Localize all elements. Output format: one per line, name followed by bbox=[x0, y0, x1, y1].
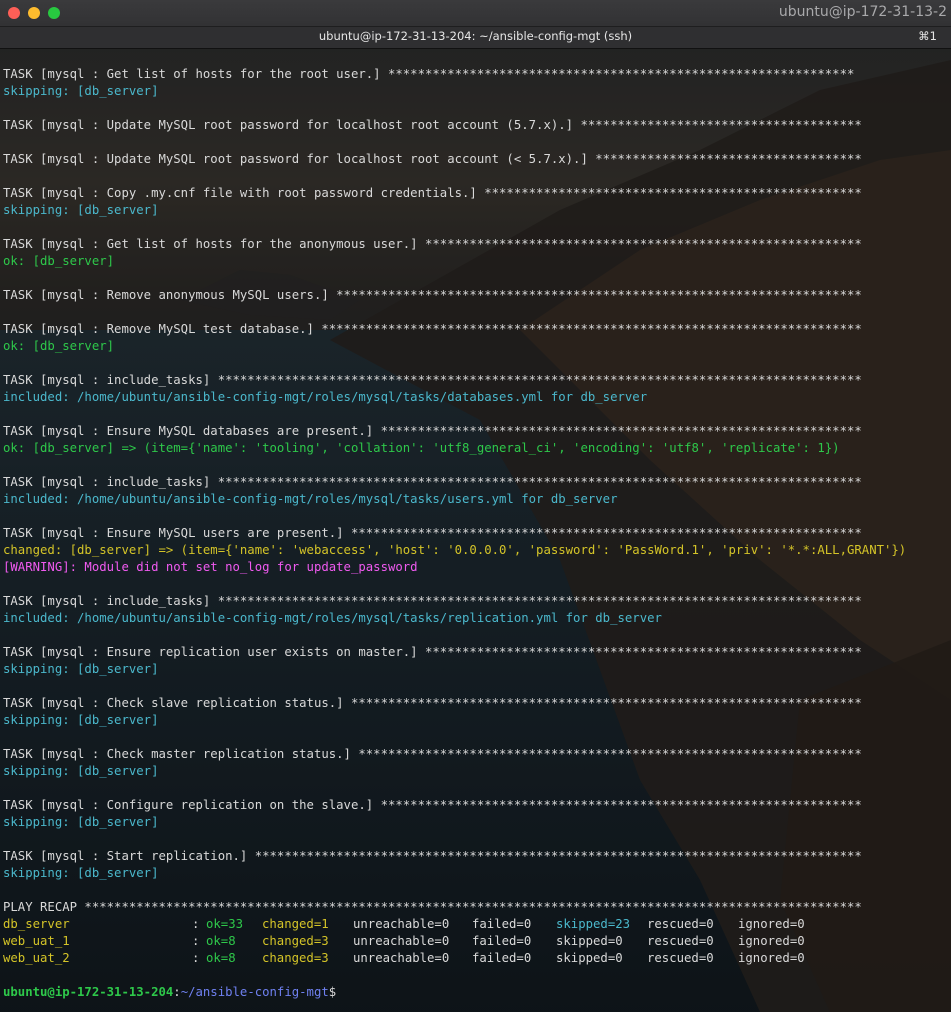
recap-row: web_uat_1: ok=8 changed=3 unreachable=0 fail… bbox=[3, 933, 951, 950]
output-line: skipping: [db_server] bbox=[3, 662, 159, 676]
output-line: TASK [mysql : Get list of hosts for the … bbox=[3, 237, 862, 251]
terminal-tab[interactable]: ubuntu@ip-172-31-13-204: ~/ansible-confi… bbox=[0, 26, 951, 48]
output-line: TASK [mysql : Check slave replication st… bbox=[3, 696, 862, 710]
output-line: TASK [mysql : Configure replication on t… bbox=[3, 798, 862, 812]
tab-title: ubuntu@ip-172-31-13-204: ~/ansible-confi… bbox=[318, 29, 633, 43]
output-line: TASK [mysql : Check master replication s… bbox=[3, 747, 862, 761]
recap-host: web_uat_2 bbox=[3, 951, 70, 965]
output-line: ok: [db_server] bbox=[3, 339, 115, 353]
output-line: included: /home/ubuntu/ansible-config-mg… bbox=[3, 390, 648, 404]
output-line: changed: [db_server] => (item={'name': '… bbox=[3, 543, 907, 557]
recap-rescued: rescued=0 bbox=[647, 934, 714, 948]
output-line: skipping: [db_server] bbox=[3, 203, 159, 217]
recap-ignored: ignored=0 bbox=[738, 934, 805, 948]
recap-ok: ok=8 bbox=[206, 951, 236, 965]
window-titlebar[interactable]: ubuntu@ip-172-31-13-2 ubuntu@ip-172-31-1… bbox=[0, 0, 951, 49]
recap-rescued: rescued=0 bbox=[647, 917, 714, 931]
output-line: skipping: [db_server] bbox=[3, 84, 159, 98]
output-line: TASK [mysql : Ensure replication user ex… bbox=[3, 645, 862, 659]
recap-row: web_uat_2: ok=8 changed=3 unreachable=0 fail… bbox=[3, 950, 951, 967]
recap-unreachable: unreachable=0 bbox=[353, 917, 450, 931]
output-line: TASK [mysql : Ensure MySQL users are pre… bbox=[3, 526, 862, 540]
output-line: PLAY RECAP *****************************… bbox=[3, 900, 862, 914]
minimize-window-button[interactable] bbox=[28, 7, 40, 19]
recap-skipped: skipped=0 bbox=[556, 951, 623, 965]
output-line: [WARNING]: Module did not set no_log for… bbox=[3, 560, 418, 574]
output-line: TASK [mysql : Copy .my.cnf file with roo… bbox=[3, 186, 862, 200]
recap-skipped: skipped=23 bbox=[556, 917, 631, 931]
output-line: ok: [db_server] bbox=[3, 254, 115, 268]
tab-shortcut: ⌘1 bbox=[918, 29, 937, 43]
output-line: TASK [mysql : Start replication.] ******… bbox=[3, 849, 862, 863]
recap-skipped: skipped=0 bbox=[556, 934, 623, 948]
recap-host: web_uat_1 bbox=[3, 934, 70, 948]
recap-ok: ok=8 bbox=[206, 934, 236, 948]
output-line: included: /home/ubuntu/ansible-config-mg… bbox=[3, 611, 662, 625]
output-line: included: /home/ubuntu/ansible-config-mg… bbox=[3, 492, 618, 506]
window-host-title: ubuntu@ip-172-31-13-2 bbox=[778, 4, 947, 20]
output-line: TASK [mysql : include_tasks] ***********… bbox=[3, 373, 862, 387]
shell-prompt[interactable]: ubuntu@ip-172-31-13-204:~/ansible-config… bbox=[3, 984, 951, 1001]
output-line: TASK [mysql : include_tasks] ***********… bbox=[3, 475, 862, 489]
recap-changed: changed=1 bbox=[262, 917, 329, 931]
maximize-window-button[interactable] bbox=[48, 7, 60, 19]
recap-ignored: ignored=0 bbox=[738, 917, 805, 931]
output-line: skipping: [db_server] bbox=[3, 764, 159, 778]
recap-unreachable: unreachable=0 bbox=[353, 951, 450, 965]
traffic-lights bbox=[8, 7, 60, 19]
recap-unreachable: unreachable=0 bbox=[353, 934, 450, 948]
output-line: TASK [mysql : include_tasks] ***********… bbox=[3, 594, 862, 608]
terminal-output[interactable]: TASK [mysql : Get list of hosts for the … bbox=[3, 49, 951, 1001]
output-line: TASK [mysql : Update MySQL root password… bbox=[3, 152, 862, 166]
recap-ignored: ignored=0 bbox=[738, 951, 805, 965]
recap-ok: ok=33 bbox=[206, 917, 244, 931]
recap-row: db_server: ok=33 changed=1 unreachable=0 fai… bbox=[3, 916, 951, 933]
recap-host: db_server bbox=[3, 917, 70, 931]
output-line: TASK [mysql : Get list of hosts for the … bbox=[3, 67, 855, 81]
recap-rescued: rescued=0 bbox=[647, 951, 714, 965]
output-line: TASK [mysql : Ensure MySQL databases are… bbox=[3, 424, 862, 438]
prompt-colon: : bbox=[173, 985, 181, 999]
recap-sep: : bbox=[192, 917, 200, 931]
recap-failed: failed=0 bbox=[472, 934, 532, 948]
output-line: skipping: [db_server] bbox=[3, 866, 159, 880]
recap-changed: changed=3 bbox=[262, 934, 329, 948]
output-line: TASK [mysql : Remove MySQL test database… bbox=[3, 322, 862, 336]
close-window-button[interactable] bbox=[8, 7, 20, 19]
recap-failed: failed=0 bbox=[472, 951, 532, 965]
prompt-user-host: ubuntu@ip-172-31-13-204 bbox=[3, 985, 174, 999]
output-line: ok: [db_server] => (item={'name': 'tooli… bbox=[3, 441, 840, 455]
recap-sep: : bbox=[192, 951, 200, 965]
output-line: skipping: [db_server] bbox=[3, 815, 159, 829]
prompt-path: ~/ansible-config-mgt bbox=[180, 985, 329, 999]
prompt-symbol: $ bbox=[328, 985, 337, 999]
recap-changed: changed=3 bbox=[262, 951, 329, 965]
recap-failed: failed=0 bbox=[472, 917, 532, 931]
output-line: TASK [mysql : Update MySQL root password… bbox=[3, 118, 862, 132]
output-line: TASK [mysql : Remove anonymous MySQL use… bbox=[3, 288, 862, 302]
recap-sep: : bbox=[192, 934, 200, 948]
output-line: skipping: [db_server] bbox=[3, 713, 159, 727]
